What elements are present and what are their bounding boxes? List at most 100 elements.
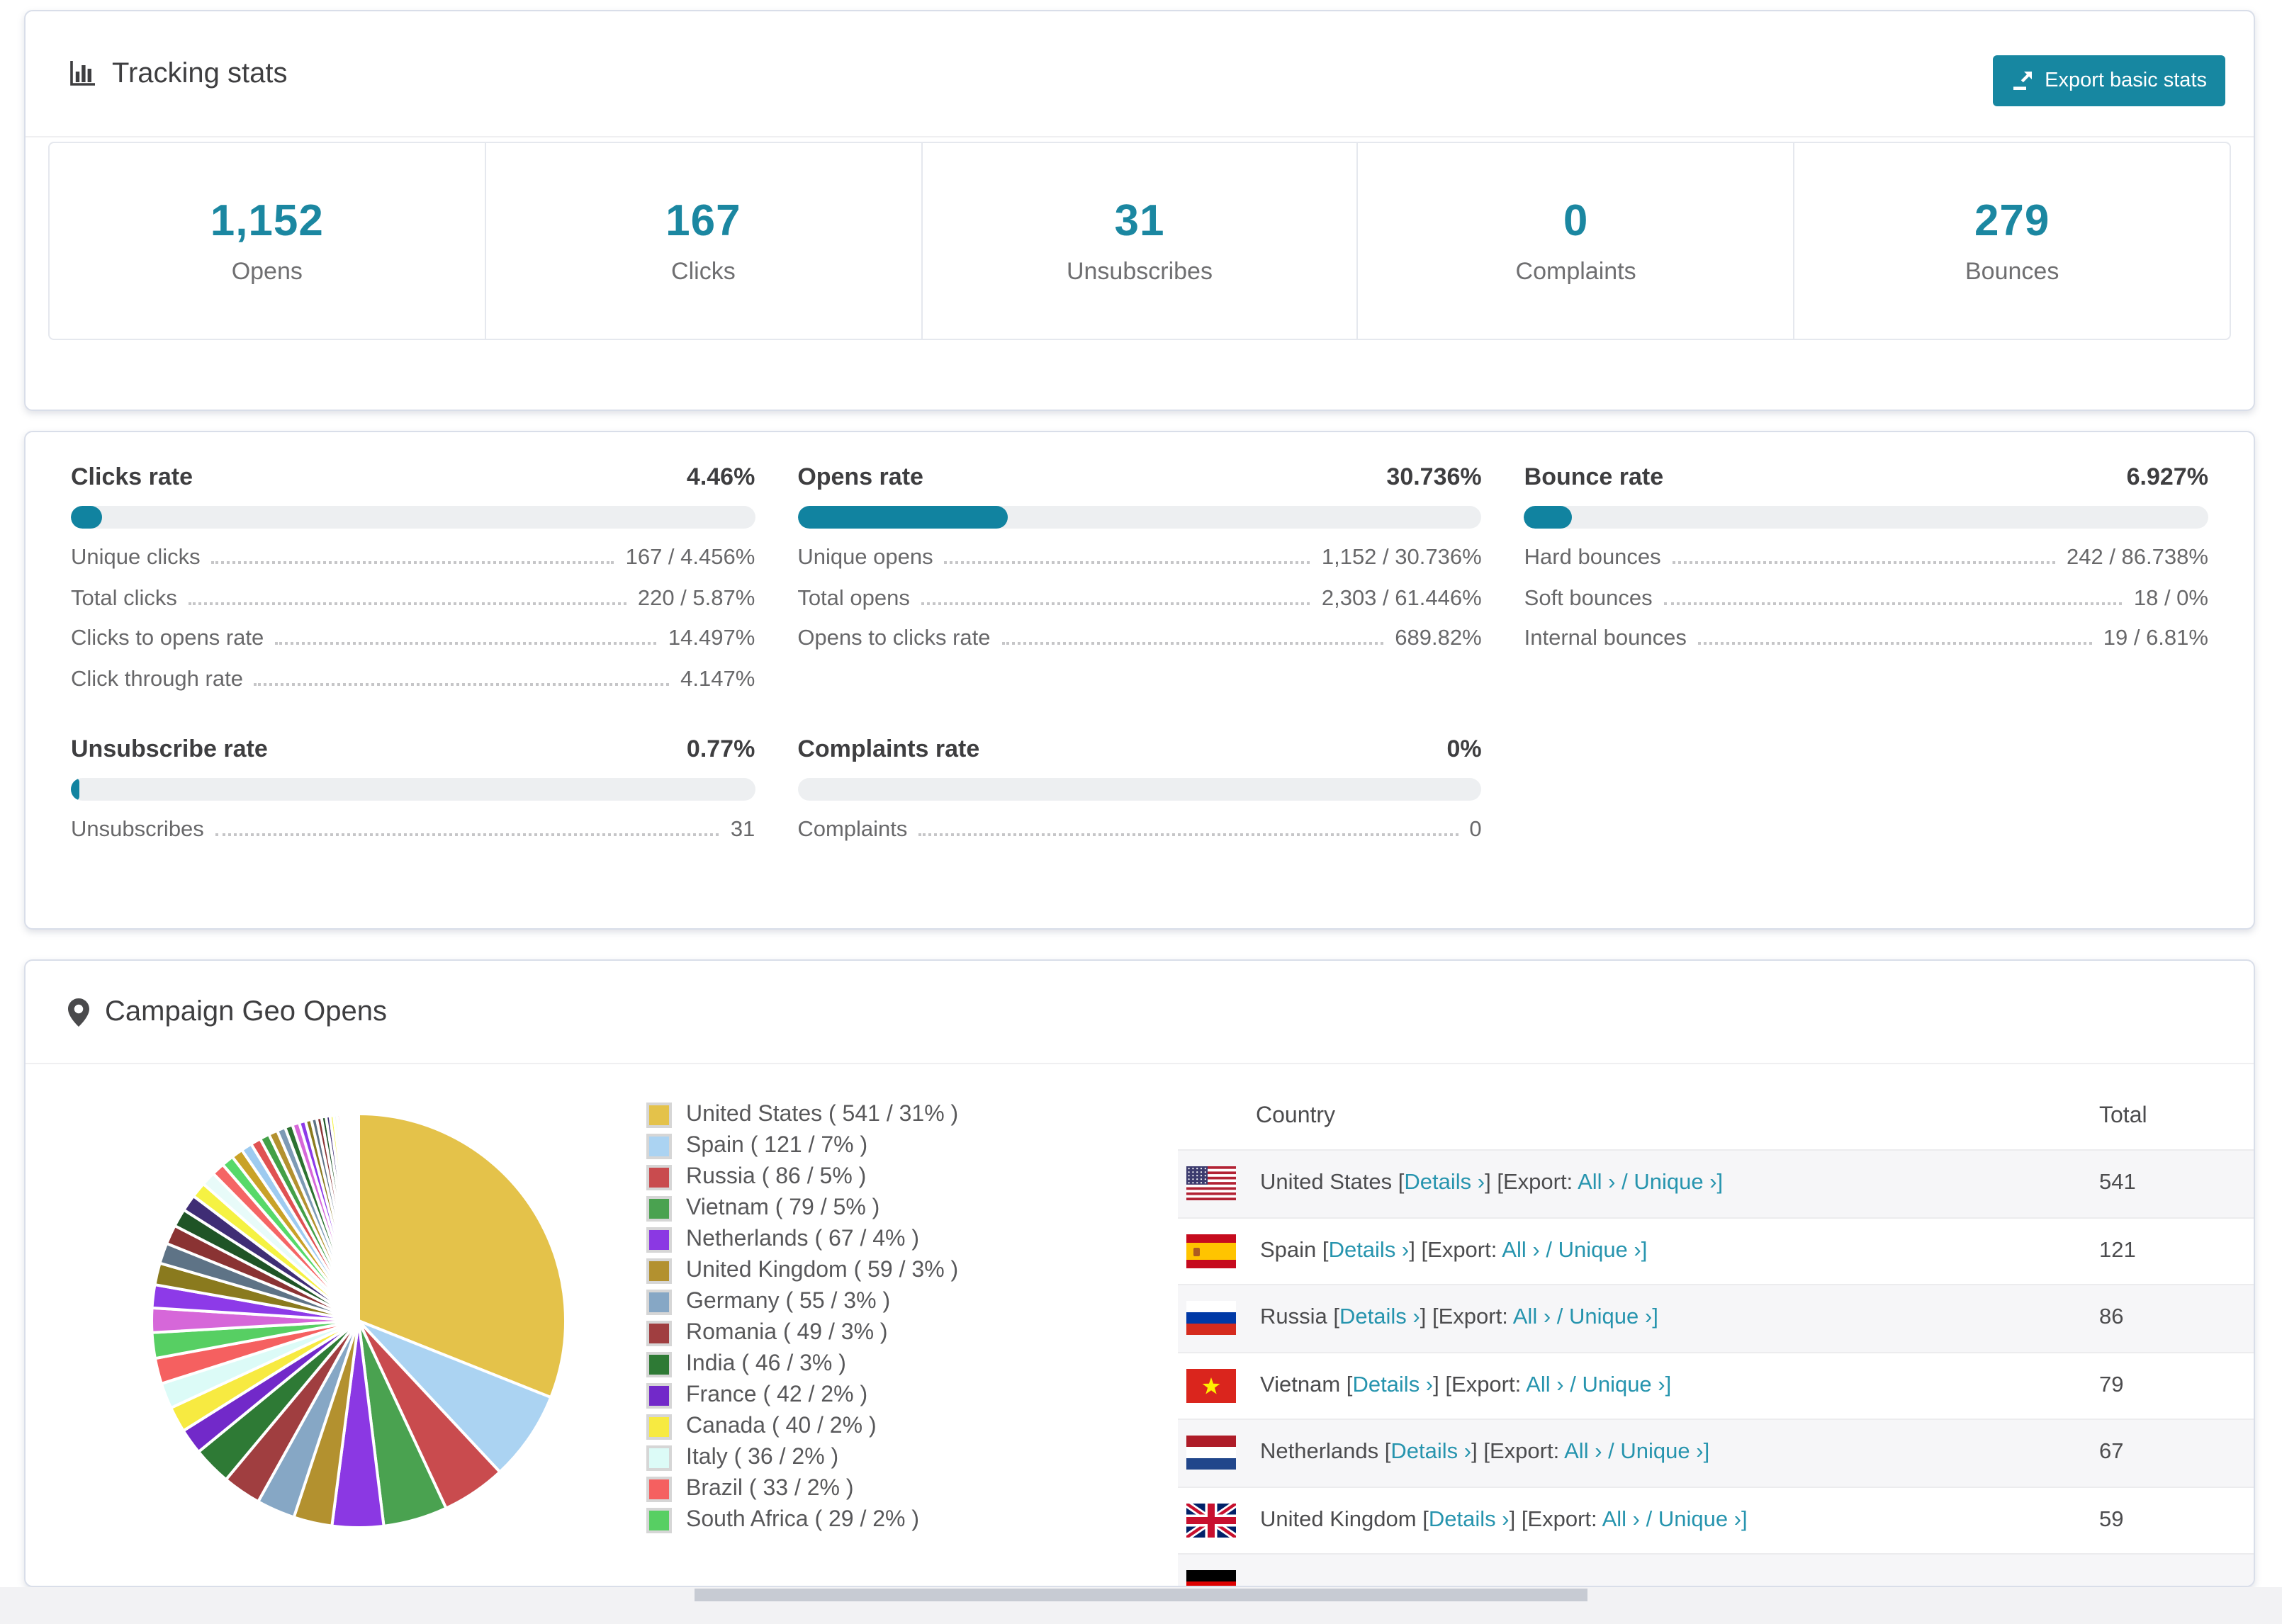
metric-stat-row: Total clicks 220 / 5.87% bbox=[71, 586, 755, 610]
rates-grid: Clicks rate 4.46% Unique clicks 167 / 4.456… bbox=[26, 432, 2254, 858]
legend-item: United States ( 541 / 31% ) bbox=[646, 1100, 958, 1131]
export-label: [Export: bbox=[1483, 1440, 1560, 1465]
legend-label: Russia ( 86 / 5% ) bbox=[686, 1165, 867, 1189]
export-basic-stats-button[interactable]: Export basic stats bbox=[1992, 55, 2225, 106]
country-cell: United States [Details ›] [Export: All ›… bbox=[1260, 1171, 1724, 1195]
dotted-leader bbox=[1663, 602, 2123, 604]
legend-color-swatch bbox=[646, 1445, 672, 1471]
dotted-leader bbox=[1672, 561, 2055, 564]
country-cell: United Kingdom [Details ›] [Export: All … bbox=[1260, 1507, 1748, 1532]
legend-item: Brazil ( 33 / 2% ) bbox=[646, 1474, 958, 1505]
total-cell: 86 bbox=[2099, 1305, 2124, 1330]
legend-item: United Kingdom ( 59 / 3% ) bbox=[646, 1256, 958, 1287]
details-link[interactable]: Details › bbox=[1429, 1508, 1510, 1532]
legend-item: India ( 46 / 3% ) bbox=[646, 1349, 958, 1380]
legend-label: Netherlands ( 67 / 4% ) bbox=[686, 1227, 920, 1251]
legend-color-swatch bbox=[646, 1383, 672, 1409]
country-cell: Russia [Details ›] [Export: All › / Uniq… bbox=[1260, 1305, 1658, 1330]
legend-item: Germany ( 55 / 3% ) bbox=[646, 1287, 958, 1318]
geo-header: Campaign Geo Opens bbox=[26, 961, 2254, 1064]
legend-color-swatch bbox=[646, 1165, 672, 1190]
legend-label: France ( 42 / 2% ) bbox=[686, 1383, 868, 1407]
metric-opens: Opens rate 30.736% Unique opens 1,152 / 30.… bbox=[797, 463, 1482, 707]
details-link[interactable]: Details › bbox=[1339, 1306, 1420, 1330]
export-all-link[interactable]: All › bbox=[1502, 1239, 1539, 1263]
legend-label: Italy ( 36 / 2% ) bbox=[686, 1445, 839, 1470]
metric-bounce: Bounce rate 6.927% Hard bounces 242 / 86.73… bbox=[1524, 463, 2208, 707]
link-separator: / bbox=[1608, 1440, 1614, 1465]
details-link[interactable]: Details › bbox=[1404, 1171, 1485, 1195]
details-link[interactable]: Details › bbox=[1352, 1373, 1433, 1397]
country-name: United Kingdom bbox=[1260, 1507, 1417, 1532]
progress-bar bbox=[797, 506, 1482, 529]
dotted-leader bbox=[254, 682, 670, 685]
dotted-leader bbox=[275, 642, 657, 645]
dotted-leader bbox=[918, 833, 1458, 836]
geo-opens-pie-chart bbox=[143, 1105, 574, 1536]
export-unique-link[interactable]: Unique ›] bbox=[1658, 1508, 1748, 1532]
metric-value: 0% bbox=[1446, 735, 1482, 762]
legend-color-swatch bbox=[646, 1227, 672, 1253]
export-unique-link[interactable]: Unique ›] bbox=[1558, 1239, 1648, 1263]
summary-value: 279 bbox=[1974, 196, 2050, 245]
geo-table-row-russia: Russia [Details ›] [Export: All › / Uniq… bbox=[1178, 1284, 2254, 1351]
details-link[interactable]: Details › bbox=[1329, 1239, 1410, 1263]
dotted-leader bbox=[921, 602, 1310, 604]
metric-stat-row: Unique opens 1,152 / 30.736% bbox=[797, 546, 1482, 570]
total-cell: 59 bbox=[2099, 1507, 2124, 1532]
export-unique-link[interactable]: Unique ›] bbox=[1634, 1171, 1723, 1195]
export-button-label: Export basic stats bbox=[2045, 69, 2207, 92]
summary-stat-complaints: 0 Complaints bbox=[1356, 143, 1794, 339]
legend-color-swatch bbox=[646, 1134, 672, 1159]
link-separator: / bbox=[1556, 1305, 1563, 1330]
legend-item: France ( 42 / 2% ) bbox=[646, 1380, 958, 1411]
total-cell: 121 bbox=[2099, 1238, 2136, 1263]
country-cell: Spain [Details ›] [Export: All › / Uniqu… bbox=[1260, 1238, 1648, 1263]
legend-color-swatch bbox=[646, 1352, 672, 1377]
country-name: United States bbox=[1260, 1171, 1393, 1195]
geo-table: Country Total United States [Details ›] … bbox=[1178, 1083, 2254, 1586]
export-all-link[interactable]: All › bbox=[1513, 1306, 1551, 1330]
flag-es-icon bbox=[1186, 1234, 1236, 1268]
metric-title: Clicks rate bbox=[71, 463, 193, 490]
metric-unsubscribe: Unsubscribe rate 0.77% Unsubscribes 31 bbox=[71, 735, 755, 858]
metric-stat-row: Hard bounces 242 / 86.738% bbox=[1524, 546, 2208, 570]
details-link[interactable]: Details › bbox=[1390, 1440, 1471, 1465]
tracking-stats-card: Tracking stats Export basic stats 1,152 O… bbox=[24, 10, 2255, 411]
export-icon bbox=[2011, 69, 2033, 92]
flag-us-icon bbox=[1186, 1166, 1236, 1201]
export-unique-link[interactable]: Unique ›] bbox=[1569, 1306, 1658, 1330]
legend-color-swatch bbox=[646, 1196, 672, 1222]
legend-label: United States ( 541 / 31% ) bbox=[686, 1103, 959, 1127]
export-unique-link[interactable]: Unique ›] bbox=[1620, 1440, 1709, 1465]
metric-stat-row: Unsubscribes 31 bbox=[71, 818, 755, 842]
metric-title: Complaints rate bbox=[797, 735, 980, 762]
summary-label: Clicks bbox=[671, 258, 736, 285]
pie-legend: United States ( 541 / 31% ) Spain ( 121 /… bbox=[646, 1100, 958, 1536]
total-cell: 541 bbox=[2099, 1171, 2136, 1195]
legend-item: Russia ( 86 / 5% ) bbox=[646, 1162, 958, 1193]
metric-stat-row: Soft bounces 18 / 0% bbox=[1524, 586, 2208, 610]
legend-color-swatch bbox=[646, 1290, 672, 1315]
dotted-leader bbox=[1697, 642, 2092, 645]
country-cell: Vietnam [Details ›] [Export: All › / Uni… bbox=[1260, 1372, 1672, 1397]
legend-label: United Kingdom ( 59 / 3% ) bbox=[686, 1258, 959, 1282]
horizontal-scrollbar-thumb[interactable] bbox=[695, 1589, 1587, 1601]
metric-value: 6.927% bbox=[2126, 463, 2208, 490]
dotted-leader bbox=[1001, 642, 1384, 645]
summary-stat-clicks: 167 Clicks bbox=[484, 143, 921, 339]
export-all-link[interactable]: All › bbox=[1578, 1171, 1615, 1195]
country-name: Netherlands bbox=[1260, 1440, 1379, 1465]
legend-color-swatch bbox=[646, 1414, 672, 1440]
bar-chart-icon bbox=[68, 60, 96, 88]
export-all-link[interactable]: All › bbox=[1602, 1508, 1640, 1532]
export-unique-link[interactable]: Unique ›] bbox=[1582, 1373, 1671, 1397]
legend-item: Vietnam ( 79 / 5% ) bbox=[646, 1193, 958, 1224]
summary-label: Complaints bbox=[1515, 258, 1636, 285]
metric-stat-row: Total opens 2,303 / 61.446% bbox=[797, 586, 1482, 610]
export-all-link[interactable]: All › bbox=[1564, 1440, 1602, 1465]
flag-de-icon bbox=[1186, 1570, 1236, 1586]
map-pin-icon bbox=[68, 997, 89, 1027]
export-all-link[interactable]: All › bbox=[1526, 1373, 1563, 1397]
tracking-stats-header: Tracking stats bbox=[26, 11, 2254, 137]
